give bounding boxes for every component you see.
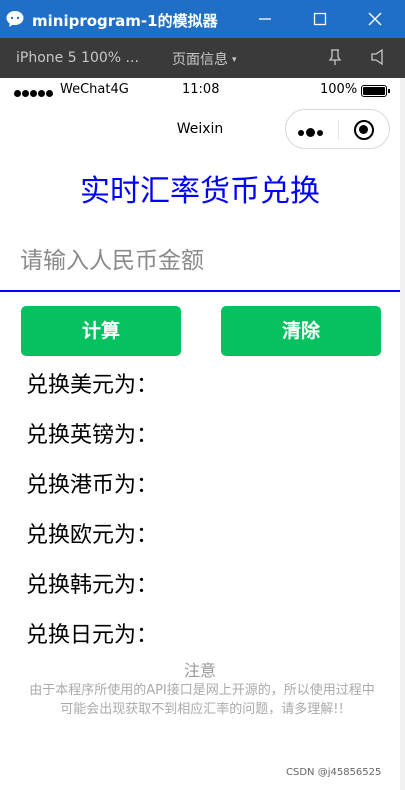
status-time: 11:08: [182, 82, 220, 97]
capsule-menu: [285, 109, 390, 149]
simulator-toolbar: iPhone 5 100% ... 页面信息 ▾: [0, 38, 405, 78]
note-title: 注意: [183, 661, 216, 680]
result-eur: 兑换欧元为：: [26, 523, 159, 548]
close-mini-program-icon[interactable]: [354, 120, 374, 140]
battery-icon: [361, 85, 390, 97]
note-body: 由于本程序所使用的API接口是网上开源的，所以使用过程中可能会出现获取不到相应汇…: [29, 683, 375, 717]
result-jpy: 兑换日元为：: [26, 623, 159, 648]
minimize-icon: [259, 18, 271, 20]
speaker-icon[interactable]: [370, 48, 386, 66]
signal-strength-icon: [14, 86, 54, 101]
device-selector[interactable]: iPhone 5 100% ...: [16, 50, 139, 66]
maximize-button[interactable]: [297, 0, 343, 38]
csdn-watermark: CSDN @j45856525: [286, 767, 382, 778]
page-info-menu[interactable]: 页面信息 ▾: [172, 49, 237, 69]
window-title: miniprogram-1的模拟器: [32, 12, 218, 30]
window-titlebar: miniprogram-1的模拟器: [0, 0, 405, 38]
pin-icon[interactable]: [328, 48, 342, 66]
page-info-label: 页面信息: [172, 52, 228, 68]
maximize-icon: [313, 12, 327, 26]
result-hkd: 兑换港币为：: [26, 473, 159, 498]
carrier-label: WeChat4G: [60, 82, 129, 97]
result-usd: 兑换美元为：: [26, 373, 159, 398]
wechat-devtools-icon: [6, 11, 24, 27]
close-icon: [368, 12, 382, 26]
more-options-icon[interactable]: [298, 122, 325, 141]
chevron-down-icon: ▾: [232, 55, 237, 65]
calculate-button[interactable]: 计算: [21, 306, 181, 356]
close-button[interactable]: [352, 0, 398, 38]
clear-button[interactable]: 清除: [221, 306, 381, 356]
minimize-button[interactable]: [242, 0, 288, 38]
mini-program-navbar: Weixin: [0, 102, 400, 158]
result-krw: 兑换韩元为：: [26, 573, 159, 598]
page-title: 实时汇率货币兑换: [80, 174, 320, 209]
phone-status-bar: WeChat4G 11:08 100%: [0, 78, 400, 102]
battery-percent: 100%: [320, 82, 358, 97]
capsule-divider: [338, 120, 339, 140]
scrollbar-track[interactable]: [400, 78, 405, 790]
result-gbp: 兑换英镑为：: [26, 423, 159, 448]
rmb-amount-input[interactable]: [0, 232, 400, 292]
